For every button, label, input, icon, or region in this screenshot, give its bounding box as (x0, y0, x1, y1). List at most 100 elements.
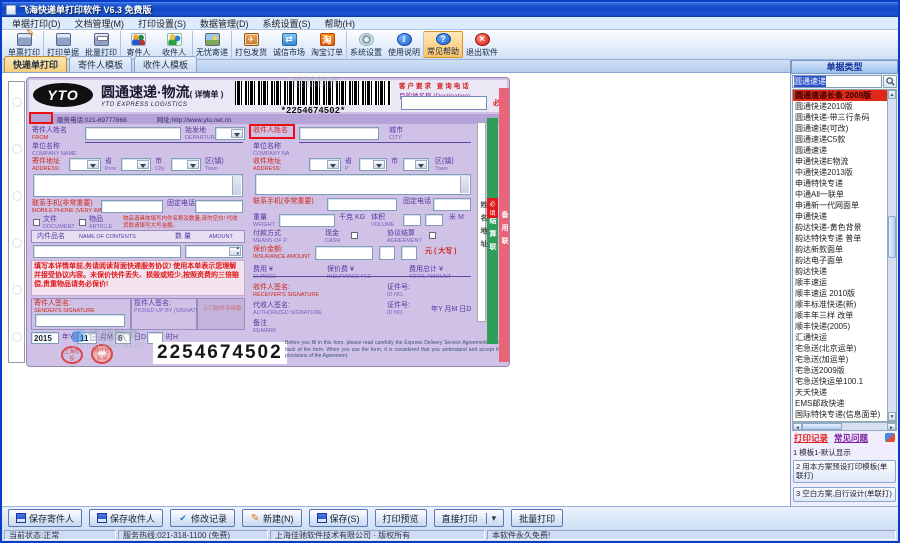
template-list-item[interactable]: 圆通速递长条 2009版 (793, 90, 887, 101)
template-list-item[interactable]: 韵达快递-黄色背景 (793, 222, 887, 233)
template-list-item[interactable]: 宅急送(北京运单) (793, 343, 887, 354)
template-list-item[interactable]: 圆通速递 (793, 145, 887, 156)
template-list-item[interactable]: 中通快递2013版 (793, 167, 887, 178)
toolbar-button[interactable]: 打包发货 (231, 31, 270, 58)
template-list-item[interactable]: EMS邮政快递 (793, 398, 887, 409)
template-list-item[interactable]: 汇通快运 (793, 332, 887, 343)
option-line-1[interactable]: 1 模板1-默认显示 (793, 446, 896, 460)
template-list-item[interactable]: 圆通快递-带三行条码 (793, 112, 887, 123)
article-checkbox[interactable] (79, 219, 86, 226)
bottom-button[interactable]: 批量打印 (511, 509, 563, 527)
template-list-item[interactable]: 顺丰年三样 改单 (793, 310, 887, 321)
template-list-item[interactable]: 宅急送2009版 (793, 365, 887, 376)
amount-spinner[interactable] (185, 245, 243, 258)
insurance-input-3[interactable] (401, 246, 417, 260)
template-list-item[interactable]: 韵达特快专递 普单 (793, 233, 887, 244)
receiver-address-textarea[interactable] (255, 174, 471, 195)
template-list-item[interactable]: 中通All一联单 (793, 189, 887, 200)
scroll-down-arrow[interactable]: ▼ (888, 412, 896, 421)
sender-town-select[interactable] (171, 158, 201, 171)
menu-item[interactable]: 文档管理(M) (75, 17, 125, 30)
template-list-item[interactable]: 顺丰快递(2005) (793, 321, 887, 332)
template-list-item[interactable]: 申通快递 (793, 211, 887, 222)
template-list-item[interactable]: 天天快递 (793, 387, 887, 398)
bottom-button[interactable]: 新建(N) (242, 509, 302, 527)
template-list-item[interactable]: 顺丰标准快递(新) (793, 299, 887, 310)
receiver-tel-input[interactable] (433, 198, 471, 211)
contents-input[interactable] (33, 245, 181, 258)
template-list-item[interactable]: 宅急送快运单100.1 (793, 376, 887, 387)
template-list-item[interactable]: 韵达电子面单 (793, 255, 887, 266)
receiver-province-select[interactable] (309, 158, 341, 171)
toolbar-button[interactable]: 无忧寄递 (192, 31, 231, 58)
template-list-hscrollbar[interactable]: ◄ ► (792, 422, 897, 431)
bottom-button[interactable]: 修改记录 (170, 509, 235, 527)
toolbar-button[interactable]: × 退出软件 (463, 31, 501, 58)
toolbar-button[interactable]: 寄件人 (120, 31, 156, 58)
vscroll-thumb[interactable] (888, 216, 896, 258)
sender-mobile-input[interactable] (101, 200, 163, 213)
date-year-input[interactable]: 2015 (31, 332, 59, 344)
template-list-item[interactable]: 国际特快专递(信息面单) (793, 409, 887, 420)
search-button[interactable] (883, 75, 897, 88)
template-list-item[interactable]: 顺丰速运 2010版 (793, 288, 887, 299)
dim-input-2[interactable] (425, 214, 443, 226)
insurance-input-2[interactable] (379, 246, 395, 260)
dim-input-1[interactable] (403, 214, 421, 226)
sender-tel-input[interactable] (195, 200, 243, 213)
receiver-city-select[interactable] (359, 158, 387, 171)
toolbar-button[interactable]: ? 常见帮助 (423, 31, 463, 58)
toolbar-button[interactable]: 淘 淘宝订单 (308, 31, 346, 58)
option-button-2[interactable]: 2 用本方案预设打印模板(单联打) (793, 460, 896, 483)
scroll-right-arrow[interactable]: ► (887, 423, 896, 430)
menu-item[interactable]: 数据管理(D) (200, 17, 249, 30)
template-list-item[interactable]: 圆通快递2010版 (793, 101, 887, 112)
template-list-item[interactable]: 韵达新款面单 (793, 244, 887, 255)
tab[interactable]: 快递单打印 (4, 56, 67, 72)
date-day-input[interactable]: 6 (115, 332, 131, 344)
toolbar-button[interactable]: 诚信市场 (270, 31, 308, 58)
print-history-link[interactable]: 打印记录 (794, 432, 828, 444)
bottom-button[interactable]: 打印预览 (375, 509, 427, 527)
receiver-town-select[interactable] (403, 158, 429, 171)
sender-sign-input[interactable] (35, 314, 125, 327)
sender-province-select[interactable] (69, 158, 101, 171)
agreement-checkbox[interactable] (429, 232, 436, 239)
template-list-vscrollbar[interactable]: ▲ ▼ (887, 90, 896, 421)
template-list-item[interactable]: 申通特快专递 (793, 178, 887, 189)
bottom-button[interactable]: 保存寄件人 (8, 509, 82, 527)
template-list-item[interactable]: 顺丰速运 (793, 277, 887, 288)
sender-address-textarea[interactable] (33, 174, 243, 197)
receiver-name-input[interactable] (299, 127, 379, 140)
menu-item[interactable]: 系统设置(S) (263, 17, 311, 30)
toolbar-button[interactable]: 打印单据 (43, 31, 82, 58)
template-list-item[interactable]: 韵达快递 (793, 266, 887, 277)
origin-select[interactable] (215, 127, 245, 140)
bottom-button[interactable]: 保存收件人 (89, 509, 163, 527)
template-search-input[interactable]: 圆通速递 (792, 75, 882, 88)
template-list-item[interactable]: 申通新一代网面单 (793, 200, 887, 211)
destination-input[interactable] (401, 96, 487, 110)
bottom-button[interactable]: 直接打印 (434, 509, 505, 527)
receiver-mobile-input[interactable] (327, 198, 397, 211)
document-checkbox[interactable] (33, 219, 40, 226)
cash-checkbox[interactable] (351, 232, 358, 239)
toolbar-button[interactable]: i 使用说明 (385, 31, 423, 58)
template-list-item[interactable]: 申通快递E物流 (793, 156, 887, 167)
menu-item[interactable]: 打印设置(S) (138, 17, 186, 30)
scroll-up-arrow[interactable]: ▲ (888, 90, 896, 99)
menu-item[interactable]: 帮助(H) (325, 17, 356, 30)
date-month-input[interactable]: 11 (77, 332, 97, 344)
template-list-item[interactable]: 圆通速递(可改) (793, 123, 887, 134)
option-button-3[interactable]: 3 空白方案,自行设计(单联打) (793, 487, 896, 502)
hscroll-thumb[interactable] (802, 423, 842, 430)
template-list-item[interactable]: 宅急送(加运单) (793, 354, 887, 365)
toolbar-button[interactable]: 批量打印 (82, 31, 120, 58)
toolbar-button[interactable]: 单票打印 (5, 31, 43, 58)
faq-link[interactable]: 常见问题 (834, 432, 868, 444)
insurance-input-1[interactable] (315, 246, 373, 260)
toolbar-button[interactable]: 系统设置 (346, 31, 385, 58)
toolbar-button[interactable]: 收件人 (156, 31, 192, 58)
bottom-button[interactable]: 保存(S) (309, 509, 368, 527)
design-canvas[interactable]: 佳驰软件 佳驰软件 JIA CHI SOFTWARE YTO 圆通速递·物流( … (2, 73, 794, 510)
